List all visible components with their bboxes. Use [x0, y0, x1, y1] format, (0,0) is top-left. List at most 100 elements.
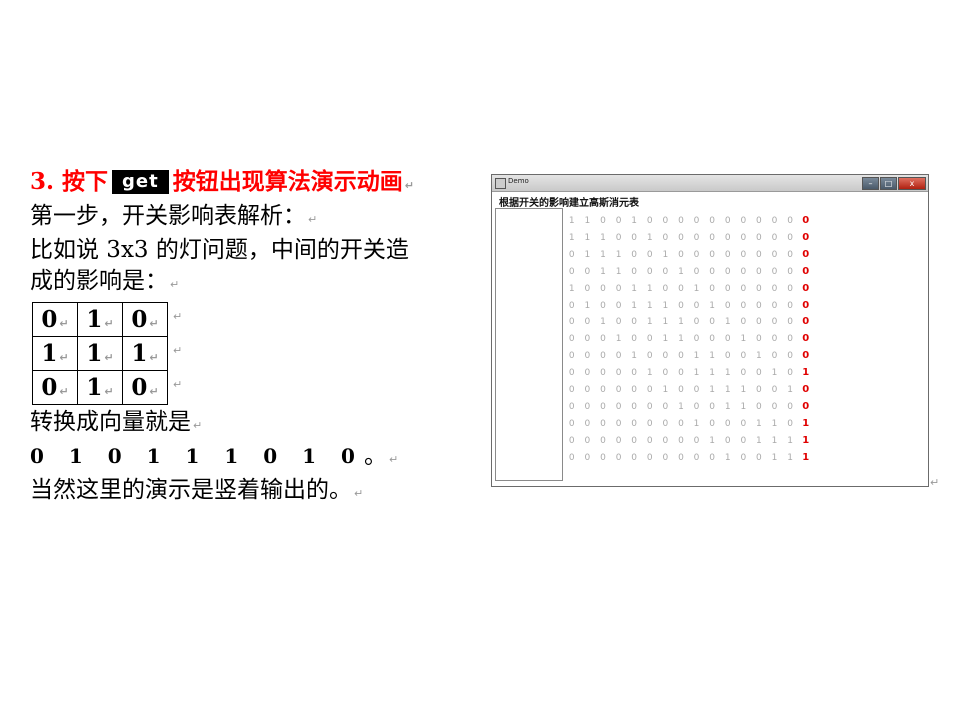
- matrix-cell: 1: [662, 385, 669, 396]
- matrix-cell: 0: [662, 401, 669, 412]
- matrix-row: 0000000000100111: [564, 450, 814, 467]
- matrix-cell: 0: [693, 317, 700, 328]
- matrix-cell: 0: [584, 418, 591, 429]
- matrix-cell: 0: [771, 351, 778, 362]
- matrix-cell: 1: [600, 317, 606, 328]
- matrix-cell: 0: [756, 334, 762, 345]
- matrix-cell: 0: [771, 232, 778, 243]
- matrix-cell: 0: [740, 317, 747, 328]
- matrix-cell: 0: [568, 317, 575, 328]
- matrix-row: 0000010011100101: [564, 365, 814, 382]
- matrix-cell: 1: [678, 334, 684, 345]
- matrix-cell: 0: [693, 385, 700, 396]
- matrix-cell: 0: [787, 351, 793, 362]
- matrix-cell: 0: [756, 300, 762, 311]
- matrix-cell: 0: [568, 385, 575, 396]
- matrix-cell: 0: [662, 351, 669, 362]
- matrix-cell: 0: [787, 368, 793, 379]
- text-line: 转换成向量就是 ↵: [30, 407, 480, 441]
- matrix-cell: 1: [631, 300, 638, 311]
- matrix-cell: 0: [740, 435, 747, 446]
- after-grid-text: 转换成向量就是: [30, 409, 191, 435]
- window-controls: – □ x: [861, 177, 926, 190]
- matrix-cell: 0: [662, 232, 669, 243]
- matrix-cell: 0: [771, 385, 778, 396]
- step-heading: 3. 按下 get 按钮出现算法演示动画 ↵: [30, 166, 480, 201]
- matrix-cell: 0: [771, 334, 778, 345]
- matrix-cell: 0: [740, 249, 747, 260]
- paragraph-mark: ↵: [930, 476, 940, 489]
- matrix-cell: 0: [709, 334, 715, 345]
- matrix-row: 0001001100010000: [564, 331, 814, 348]
- matrix-cell: 0: [568, 418, 575, 429]
- matrix-cell: 1: [724, 401, 731, 412]
- matrix-cell: 0: [631, 385, 638, 396]
- matrix-cell: 0: [631, 249, 638, 260]
- window-titlebar[interactable]: Demo – □ x: [492, 175, 928, 192]
- matrix-cell: 0: [600, 351, 606, 362]
- document-text: 3. 按下 get 按钮出现算法演示动画 ↵ 第一步，开关影响表解析： ↵ 比如说 3x…: [30, 166, 480, 509]
- matrix-row: 0000000001001111: [564, 433, 814, 450]
- maximize-button[interactable]: □: [880, 177, 897, 190]
- matrix-cell: 1: [631, 216, 638, 226]
- matrix-cell: 0: [787, 249, 793, 260]
- matrix-cell: 0: [631, 452, 638, 463]
- matrix-cell: 0: [662, 452, 669, 463]
- side-panel[interactable]: [495, 208, 563, 481]
- matrix-cell: 1: [787, 452, 793, 463]
- demo-window: Demo – □ x 根据开关的影响建立高斯消元表 11001000000000…: [491, 174, 929, 487]
- grid-cell: 0 ↵: [32, 370, 78, 405]
- paragraph-mark: ↵: [170, 278, 180, 291]
- matrix-cell: 0: [756, 266, 762, 277]
- matrix-cell: 0: [631, 418, 638, 429]
- matrix-cell: 0: [615, 216, 622, 226]
- matrix-cell: 0: [600, 283, 606, 294]
- matrix-cell: 0: [646, 452, 653, 463]
- heading-pre: 按下: [62, 168, 109, 195]
- matrix-cell: 0: [584, 283, 591, 294]
- vector-end: 。: [363, 443, 387, 469]
- paragraph-mark: ↵: [173, 310, 183, 323]
- matrix-cell: 1: [771, 418, 778, 429]
- matrix-cell: 0: [678, 216, 684, 226]
- matrix-cell: 1: [584, 300, 591, 311]
- matrix-result-cell: 1: [802, 367, 810, 379]
- row-marks: ↵ ↵ ↵: [171, 300, 182, 402]
- matrix-cell: 0: [600, 418, 606, 429]
- matrix-cell: 0: [646, 266, 653, 277]
- matrix-cell: 0: [787, 334, 793, 345]
- line-2: 比如说 3x3 的灯问题，中间的开关造: [30, 237, 409, 263]
- get-button-image: get: [112, 170, 169, 194]
- line-1: 第一步，开关影响表解析：: [30, 203, 306, 229]
- matrix-cell: 1: [584, 232, 591, 243]
- matrix-cell: 1: [693, 368, 700, 379]
- matrix-cell: 0: [615, 435, 622, 446]
- matrix-cell: 0: [678, 418, 684, 429]
- matrix-cell: 0: [693, 249, 700, 260]
- matrix-cell: 1: [724, 368, 731, 379]
- line-3: 成的影响是：: [30, 268, 168, 294]
- close-button[interactable]: x: [898, 177, 926, 190]
- matrix-cell: 0: [631, 232, 638, 243]
- matrix-cell: 1: [662, 300, 669, 311]
- paragraph-mark: ↵: [388, 453, 399, 466]
- matrix-row: 1100100000000000: [564, 213, 814, 230]
- matrix-cell: 0: [756, 452, 762, 463]
- matrix-cell: 0: [615, 283, 622, 294]
- matrix-cell: 0: [787, 216, 793, 226]
- matrix-cell: 1: [756, 418, 762, 429]
- grid-row: 1 ↵ 1 ↵ 1 ↵: [32, 336, 168, 371]
- matrix-cell: 1: [631, 351, 638, 362]
- matrix-cell: 0: [678, 249, 684, 260]
- matrix-cell: 1: [568, 283, 575, 294]
- matrix-cell: 1: [646, 283, 653, 294]
- matrix-cell: 0: [646, 385, 653, 396]
- minimize-button[interactable]: –: [862, 177, 879, 190]
- heading-post: 按钮出现算法演示动画: [172, 168, 403, 195]
- matrix-cell: 0: [646, 334, 653, 345]
- matrix-cell: 0: [568, 452, 575, 463]
- matrix-cell: 0: [709, 317, 715, 328]
- matrix-cell: 0: [600, 385, 606, 396]
- matrix-cell: 0: [584, 385, 591, 396]
- matrix-cell: 0: [678, 368, 684, 379]
